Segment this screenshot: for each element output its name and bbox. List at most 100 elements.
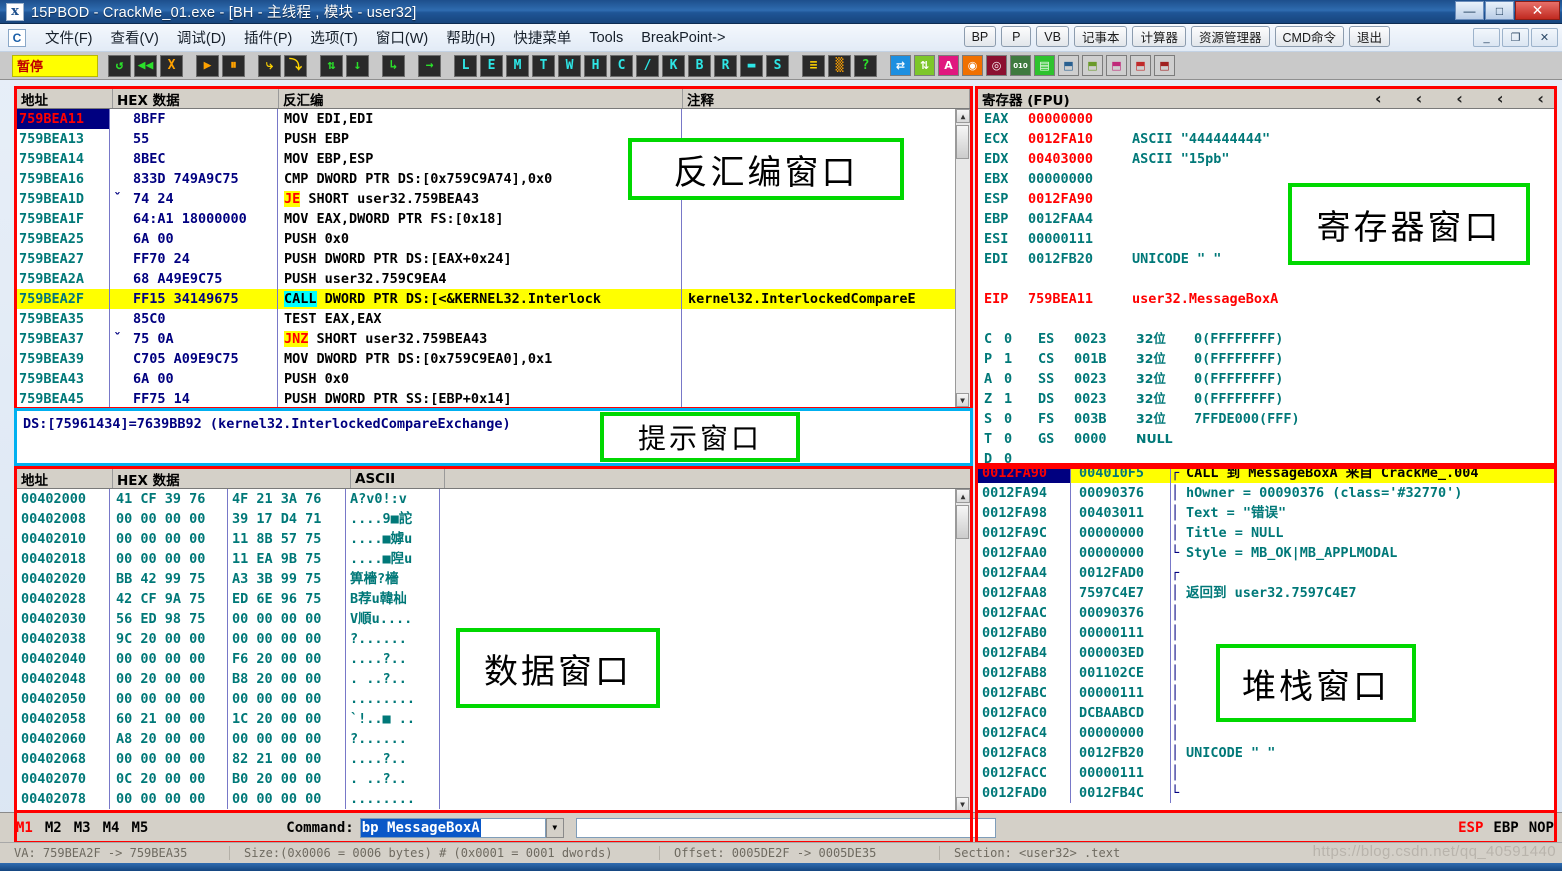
- flag-row[interactable]: D0: [984, 449, 1554, 463]
- disassembly-row[interactable]: 759BEA2A 68 A49E9C75PUSH user32.759C9EA4: [17, 269, 970, 289]
- options-list-icon[interactable]: ≡: [802, 55, 825, 77]
- memory-button-m2[interactable]: M2: [45, 820, 62, 836]
- plugin-record-icon[interactable]: ◉: [962, 55, 983, 76]
- flag-row[interactable]: Z1DS002332位0(FFFFFFFF): [984, 389, 1554, 409]
- register-row[interactable]: EAX 00000000: [984, 109, 1554, 129]
- breakpoints-icon[interactable]: B: [688, 55, 711, 77]
- execute-till-return-icon[interactable]: ↳: [382, 55, 405, 77]
- register-row[interactable]: ECX 0012FA10ASCII "444444444": [984, 129, 1554, 149]
- stack-row[interactable]: 0012FA9C00000000│Title = NULL: [978, 523, 1554, 543]
- threads-icon[interactable]: T: [532, 55, 555, 77]
- register-row-eip[interactable]: EIP 759BEA11user32.MessageBoxA: [984, 289, 1554, 309]
- flag-row[interactable]: A0SS002332位0(FFFFFFFF): [984, 369, 1554, 389]
- dump-row[interactable]: 0040201800 00 00 0011 EA 9B 75....■隉u: [17, 549, 970, 569]
- registers-collapse-arrow[interactable]: ‹: [1416, 89, 1423, 108]
- dump-col-ascii[interactable]: ASCII: [351, 469, 445, 488]
- plugin-layout4-icon[interactable]: ⬒: [1130, 55, 1151, 76]
- cpu-icon[interactable]: C: [610, 55, 633, 77]
- shortcut-esp[interactable]: ESP: [1458, 820, 1483, 836]
- plugin-updown-icon[interactable]: ⇅: [914, 55, 935, 76]
- menu-item-window[interactable]: 窗口(W): [367, 25, 437, 50]
- stack-row[interactable]: 0012FAC400000000│: [978, 723, 1554, 743]
- registers-collapse-arrow[interactable]: ‹: [1537, 89, 1544, 108]
- command-secondary-field[interactable]: [576, 818, 996, 838]
- close-program-icon[interactable]: X: [160, 55, 183, 77]
- shortcut-nop[interactable]: NOP: [1529, 820, 1554, 836]
- dump-row[interactable]: 0040205860 21 00 001C 20 00 00`!..■ ..: [17, 709, 970, 729]
- menu-item-file[interactable]: 文件(F): [36, 25, 102, 50]
- mdi-close-button[interactable]: ✕: [1531, 28, 1558, 47]
- plugin-layout5-icon[interactable]: ⬒: [1154, 55, 1175, 76]
- registers-collapse-arrow[interactable]: ‹: [1497, 89, 1504, 108]
- disassembly-row[interactable]: 759BEA2F FF15 34149675CALL DWORD PTR DS:…: [17, 289, 970, 309]
- dump-row[interactable]: 0040201000 00 00 0011 8B 57 75....■嫭u: [17, 529, 970, 549]
- memory-button-m4[interactable]: M4: [103, 820, 120, 836]
- disassembly-scrollbar[interactable]: ▲ ▼: [955, 109, 970, 407]
- flag-row[interactable]: C0ES002332位0(FFFFFFFF): [984, 329, 1554, 349]
- mdi-minimize-button[interactable]: _: [1473, 28, 1500, 47]
- menu-item-shortcut[interactable]: 快捷菜单: [504, 25, 580, 50]
- disassembly-row[interactable]: 759BEA37ˇ75 0AJNZ SHORT user32.759BEA43: [17, 329, 970, 349]
- memory-map-icon[interactable]: M: [506, 55, 529, 77]
- disassembly-panel[interactable]: 地址 HEX 数据 反汇编 注释 759BEA11 8BFFMOV EDI,ED…: [16, 88, 971, 408]
- registers-rows[interactable]: EAX 00000000ECX 0012FA10ASCII "444444444…: [978, 109, 1554, 463]
- plugin-window-icon[interactable]: ▤: [1034, 55, 1055, 76]
- disassembly-row[interactable]: 759BEA11 8BFFMOV EDI,EDI: [17, 109, 970, 129]
- scroll-thumb[interactable]: [956, 125, 969, 159]
- dump-scroll-thumb[interactable]: [956, 505, 969, 539]
- windows-icon[interactable]: W: [558, 55, 581, 77]
- scroll-up-icon[interactable]: ▲: [956, 109, 970, 123]
- dump-row[interactable]: 004020700C 20 00 00B0 20 00 00. ..?..: [17, 769, 970, 789]
- plugin-layout3-icon[interactable]: ⬒: [1106, 55, 1127, 76]
- disasm-col-disasm[interactable]: 反汇编: [279, 89, 683, 108]
- stack-row[interactable]: 0012FAA000000000└Style = MB_OK|MB_APPLMO…: [978, 543, 1554, 563]
- registers-panel[interactable]: 寄存器 (FPU) ‹‹‹‹‹ EAX 00000000ECX 0012FA10…: [977, 88, 1555, 464]
- disassembly-row[interactable]: 759BEA39 C705 A09E9C75MOV DWORD PTR DS:[…: [17, 349, 970, 369]
- mdi-restore-button[interactable]: ❐: [1502, 28, 1529, 47]
- stack-row[interactable]: 0012FA9400090376│hOwner = 00090376 (clas…: [978, 483, 1554, 503]
- quick-button-exit[interactable]: 退出: [1349, 26, 1390, 47]
- memory-button-m1[interactable]: M1: [16, 820, 33, 836]
- menu-item-options[interactable]: 选项(T): [301, 25, 367, 50]
- registers-collapse-arrows[interactable]: ‹‹‹‹‹: [1375, 89, 1554, 108]
- stack-row[interactable]: 0012FAA87597C4E7│返回到 user32.7597C4E7: [978, 583, 1554, 603]
- call-stack-icon[interactable]: K: [662, 55, 685, 77]
- memory-button-m3[interactable]: M3: [74, 820, 91, 836]
- chevron-down-icon[interactable]: ▼: [546, 818, 564, 838]
- step-over-icon[interactable]: ⤵: [284, 55, 307, 77]
- quick-button-vb[interactable]: VB: [1036, 26, 1069, 47]
- run-trace-icon[interactable]: ▬: [740, 55, 763, 77]
- dump-col-address[interactable]: 地址: [17, 469, 113, 488]
- pause-icon[interactable]: ⏸: [222, 55, 245, 77]
- step-into-icon[interactable]: ⤷: [258, 55, 281, 77]
- quick-button-bp[interactable]: BP: [964, 26, 997, 47]
- menu-item-plugins[interactable]: 插件(P): [235, 25, 301, 50]
- run-icon[interactable]: ▶: [196, 55, 219, 77]
- plugin-binary-icon[interactable]: 010: [1010, 55, 1031, 76]
- patches-icon[interactable]: /: [636, 55, 659, 77]
- quick-button-calculator[interactable]: 计算器: [1132, 26, 1186, 47]
- disassembly-row[interactable]: 759BEA43 6A 00PUSH 0x0: [17, 369, 970, 389]
- register-row[interactable]: EDX 00403000ASCII "15pb": [984, 149, 1554, 169]
- flag-row[interactable]: S0FS003B32位7FFDE000(FFF): [984, 409, 1554, 429]
- disasm-col-address[interactable]: 地址: [17, 89, 113, 108]
- command-input[interactable]: bp MessageBoxA: [360, 818, 546, 838]
- memory-button-m5[interactable]: M5: [131, 820, 148, 836]
- stack-row[interactable]: 0012FA90004010F5┌CALL 到 MessageBoxA 来自 C…: [978, 468, 1554, 483]
- minimize-button[interactable]: —: [1455, 1, 1484, 20]
- maximize-button[interactable]: □: [1485, 1, 1514, 20]
- rewind-icon[interactable]: ◀◀: [134, 55, 157, 77]
- quick-button-cmd[interactable]: CMD命令: [1275, 26, 1344, 47]
- plugin-layout2-icon[interactable]: ⬒: [1082, 55, 1103, 76]
- menu-item-breakpoint[interactable]: BreakPoint->: [632, 28, 734, 48]
- disassembly-row[interactable]: 759BEA27 FF70 24PUSH DWORD PTR DS:[EAX+0…: [17, 249, 970, 269]
- stack-rows[interactable]: 0012FA90004010F5┌CALL 到 MessageBoxA 来自 C…: [978, 468, 1554, 811]
- dump-col-hex[interactable]: HEX 数据: [113, 469, 351, 488]
- stack-row[interactable]: 0012FAA40012FAD0┌: [978, 563, 1554, 583]
- plugin-swap-icon[interactable]: ⇄: [890, 55, 911, 76]
- shortcut-ebp[interactable]: EBP: [1493, 820, 1518, 836]
- stack-row[interactable]: 0012FAC80012FB20│UNICODE " ": [978, 743, 1554, 763]
- dump-row[interactable]: 0040200041 CF 39 764F 21 3A 76A?v0!:v: [17, 489, 970, 509]
- dump-row[interactable]: 00402020BB 42 99 75A3 3B 99 75箅檣?檣: [17, 569, 970, 589]
- plugin-layout1-icon[interactable]: ⬒: [1058, 55, 1079, 76]
